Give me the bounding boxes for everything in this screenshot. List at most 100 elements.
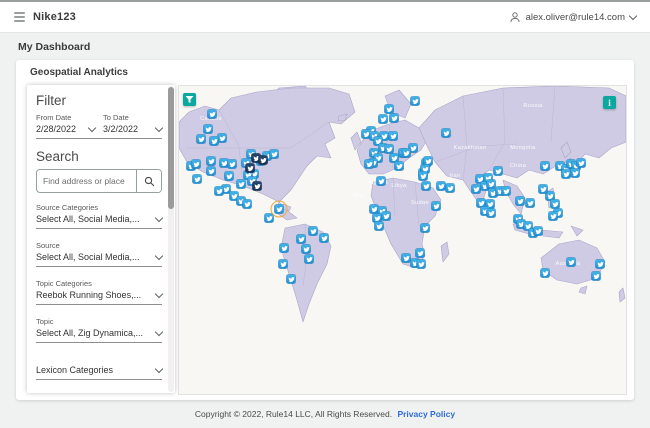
- map-marker-twitter[interactable]: [441, 128, 451, 138]
- from-date-select[interactable]: From Date 2/28/2022: [36, 113, 97, 134]
- map-filter-button[interactable]: [183, 93, 196, 106]
- map-marker-twitter[interactable]: [486, 179, 496, 189]
- filter-field-lexicon-categories[interactable]: Lexicon Categories: [36, 364, 164, 380]
- map-marker-twitter[interactable]: [209, 136, 219, 146]
- map-marker-twitter[interactable]: [301, 244, 311, 254]
- map-marker-twitter[interactable]: [206, 156, 216, 166]
- chevron-down-icon: [154, 364, 164, 373]
- search-button[interactable]: [136, 170, 161, 192]
- map-marker-twitter[interactable]: [258, 155, 268, 165]
- map-marker-twitter[interactable]: [515, 196, 525, 206]
- map-marker-twitter[interactable]: [388, 131, 398, 141]
- map-marker-twitter[interactable]: [389, 113, 399, 123]
- map-marker-twitter[interactable]: [217, 133, 227, 143]
- map-marker-twitter[interactable]: [540, 161, 550, 171]
- twitter-bird-icon: [385, 106, 393, 112]
- map-marker-twitter[interactable]: [304, 254, 314, 264]
- filter-field-source-categories[interactable]: Source Categories Select All, Social Medi…: [36, 203, 164, 229]
- map-marker-twitter[interactable]: [278, 259, 288, 269]
- top-navbar: Nike123 alex.oliver@rule14.com: [0, 2, 650, 33]
- map-marker-twitter[interactable]: [236, 179, 246, 189]
- twitter-bird-icon: [207, 158, 215, 164]
- map-marker-twitter[interactable]: [376, 176, 386, 186]
- map-marker-twitter[interactable]: [269, 149, 279, 159]
- map-marker-twitter[interactable]: [207, 109, 217, 119]
- map-marker-twitter[interactable]: [566, 257, 576, 267]
- map-marker-twitter[interactable]: [525, 198, 535, 208]
- map-marker-twitter[interactable]: [245, 163, 255, 173]
- map-marker-twitter[interactable]: [416, 259, 426, 269]
- panel-scrollbar-thumb[interactable]: [168, 87, 174, 209]
- geospatial-map[interactable]: CanadaRussiaKazakhstanMongoliaChinaIranA…: [178, 85, 627, 395]
- map-marker-twitter[interactable]: [264, 213, 274, 223]
- map-marker-twitter[interactable]: [436, 181, 446, 191]
- map-marker-twitter[interactable]: [394, 161, 404, 171]
- map-marker-twitter[interactable]: [401, 148, 411, 158]
- filter-field-source[interactable]: Source Select All, Social Media,...: [36, 241, 164, 267]
- map-marker-twitter[interactable]: [415, 248, 425, 258]
- twitter-bird-icon: [541, 163, 549, 169]
- map-marker-twitter[interactable]: [374, 221, 384, 231]
- twitter-bird-icon: [421, 225, 429, 231]
- hamburger-menu-icon[interactable]: [14, 12, 25, 22]
- privacy-policy-link[interactable]: Privacy Policy: [397, 409, 455, 419]
- user-menu[interactable]: alex.oliver@rule14.com: [509, 11, 638, 23]
- map-marker-twitter[interactable]: [576, 158, 586, 168]
- map-marker-twitter[interactable]: [550, 199, 560, 209]
- map-marker-twitter[interactable]: [252, 181, 262, 191]
- map-marker-twitter[interactable]: [538, 184, 548, 194]
- to-date-select[interactable]: To Date 3/2/2022: [103, 113, 164, 134]
- map-marker-twitter[interactable]: [420, 223, 430, 233]
- map-marker-twitter[interactable]: [421, 181, 431, 191]
- map-marker-twitter[interactable]: [471, 184, 481, 194]
- map-marker-twitter[interactable]: [242, 199, 252, 209]
- map-marker-twitter[interactable]: [364, 159, 374, 169]
- map-marker-twitter[interactable]: [196, 134, 206, 144]
- map-marker-twitter[interactable]: [378, 114, 388, 124]
- map-marker-twitter[interactable]: [591, 271, 601, 281]
- map-marker-twitter[interactable]: [533, 226, 543, 236]
- map-marker-twitter[interactable]: [493, 166, 503, 176]
- map-marker-twitter[interactable]: [279, 243, 289, 253]
- filter-field-topic[interactable]: Topic Select All, Zig Dynamica,...: [36, 317, 164, 343]
- map-marker-twitter[interactable]: [501, 186, 511, 196]
- map-marker-twitter[interactable]: [319, 233, 329, 243]
- twitter-bird-icon: [385, 146, 393, 152]
- map-marker-twitter[interactable]: [384, 104, 394, 114]
- map-marker-twitter[interactable]: [548, 211, 558, 221]
- map-marker-twitter[interactable]: [384, 144, 394, 154]
- map-marker-twitter[interactable]: [540, 268, 550, 278]
- address-search: [36, 169, 162, 193]
- map-marker-twitter[interactable]: [227, 159, 237, 169]
- map-marker-twitter[interactable]: [214, 186, 224, 196]
- map-info-button[interactable]: i: [603, 96, 616, 109]
- map-marker-twitter[interactable]: [381, 211, 391, 221]
- map-marker-twitter[interactable]: [486, 208, 496, 218]
- map-marker-twitter[interactable]: [191, 159, 201, 169]
- twitter-bird-icon: [204, 126, 212, 132]
- map-marker-twitter[interactable]: [308, 226, 318, 236]
- search-input[interactable]: [37, 170, 136, 192]
- user-email: alex.oliver@rule14.com: [525, 11, 625, 23]
- map-marker-twitter[interactable]: [570, 168, 580, 178]
- twitter-bird-icon: [446, 185, 454, 191]
- map-marker-twitter[interactable]: [206, 166, 216, 176]
- map-marker-twitter[interactable]: [274, 204, 284, 214]
- map-marker-twitter[interactable]: [296, 234, 306, 244]
- map-marker-twitter[interactable]: [595, 259, 605, 269]
- map-marker-twitter[interactable]: [401, 253, 411, 263]
- twitter-bird-icon: [305, 256, 313, 262]
- map-marker-twitter[interactable]: [224, 171, 234, 181]
- map-marker-twitter[interactable]: [410, 96, 420, 106]
- map-marker-twitter[interactable]: [431, 201, 441, 211]
- map-marker-twitter[interactable]: [203, 124, 213, 134]
- twitter-bird-icon: [207, 168, 215, 174]
- map-marker-twitter[interactable]: [445, 183, 455, 193]
- map-marker-twitter[interactable]: [192, 174, 202, 184]
- search-icon: [144, 176, 154, 186]
- map-marker-twitter[interactable]: [561, 169, 571, 179]
- user-icon: [509, 12, 520, 23]
- filter-field-topic-categories[interactable]: Topic Categories Reebok Running Shoes,...: [36, 279, 164, 305]
- map-marker-twitter[interactable]: [286, 274, 296, 284]
- map-marker-twitter[interactable]: [418, 171, 428, 181]
